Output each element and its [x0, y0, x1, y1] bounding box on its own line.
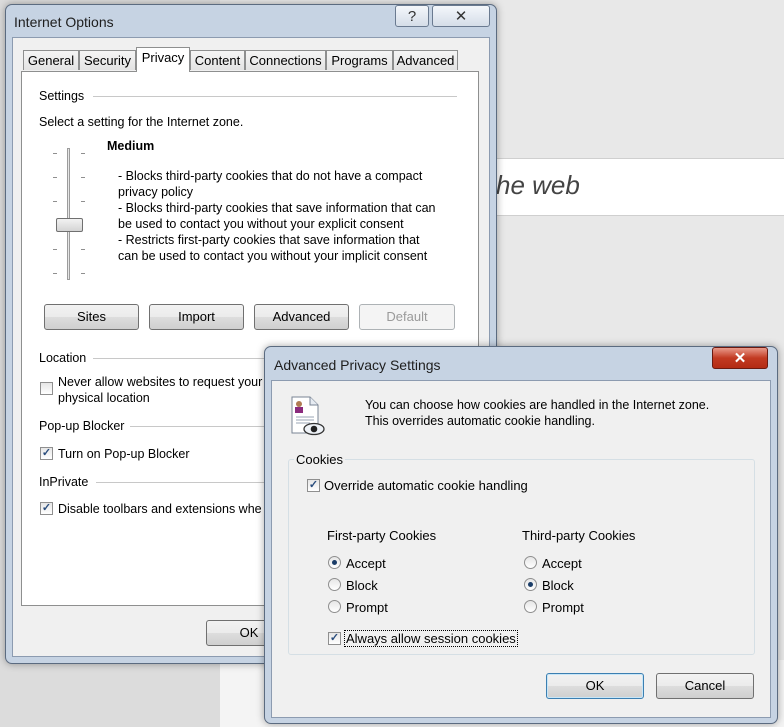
first-party-accept-label: Accept — [346, 556, 386, 571]
inprivate-group-label: InPrivate — [39, 475, 89, 489]
tab-privacy[interactable]: Privacy — [136, 47, 190, 72]
session-cookies-checkbox[interactable]: ✓ — [328, 632, 341, 645]
popup-checkbox-label: Turn on Pop-up Blocker — [58, 447, 190, 461]
slider-tick — [81, 201, 85, 202]
slider-tick — [81, 153, 85, 154]
tab-connections[interactable]: Connections — [245, 50, 326, 70]
sites-button[interactable]: Sites — [44, 304, 139, 330]
settings-group-label: Settings — [39, 89, 85, 103]
tab-general[interactable]: General — [23, 50, 79, 70]
slider-tick — [81, 177, 85, 178]
question-icon: ? — [407, 7, 417, 25]
first-party-block-radio[interactable] — [328, 578, 341, 591]
third-party-accept-radio[interactable] — [524, 556, 537, 569]
third-party-block-radio[interactable] — [524, 578, 537, 591]
level-description-line: - Blocks third-party cookies that do not… — [118, 169, 423, 183]
level-description-line: privacy policy — [118, 185, 194, 199]
third-party-block-label: Block — [542, 578, 574, 593]
advanced-description-line2: This overrides automatic cookie handling… — [365, 414, 595, 428]
tab-programs[interactable]: Programs — [326, 50, 393, 70]
slider-tick — [81, 273, 85, 274]
first-party-heading: First-party Cookies — [327, 528, 437, 543]
advanced-privacy-close-button[interactable]: ✕ — [712, 347, 768, 369]
location-checkbox-label: Never allow websites to request your — [58, 375, 263, 389]
third-party-prompt-radio[interactable] — [524, 600, 537, 613]
settings-group-divider — [93, 96, 457, 97]
privacy-slider-track[interactable] — [67, 148, 70, 280]
location-group-label: Location — [39, 351, 87, 365]
third-party-heading: Third-party Cookies — [522, 528, 636, 543]
privacy-level-name: Medium — [107, 139, 155, 153]
level-description-line: be used to contact you without your expl… — [118, 217, 404, 231]
inprivate-checkbox-label: Disable toolbars and extensions whe — [58, 502, 262, 516]
slider-tick — [53, 153, 57, 154]
slider-tick — [53, 249, 57, 250]
override-checkbox[interactable]: ✓ — [307, 479, 320, 492]
tab-security[interactable]: Security — [79, 50, 136, 70]
first-party-accept-radio[interactable] — [328, 556, 341, 569]
help-button[interactable]: ? — [395, 5, 429, 27]
popup-checkbox[interactable]: ✓ — [40, 447, 53, 460]
popup-group-label: Pop-up Blocker — [39, 419, 125, 433]
location-checkbox-label-2: physical location — [58, 391, 150, 405]
slider-tick — [53, 177, 57, 178]
slider-tick — [81, 249, 85, 250]
level-description-line: - Restricts first-party cookies that sav… — [118, 233, 420, 247]
close-button[interactable]: ✕ — [432, 5, 490, 27]
advanced-ok-button[interactable]: OK — [546, 673, 644, 699]
browser-search-text: he web — [496, 170, 580, 200]
location-group-divider — [93, 358, 268, 359]
privacy-slider-thumb[interactable] — [56, 218, 83, 232]
third-party-prompt-label: Prompt — [542, 600, 584, 615]
inprivate-group-divider — [96, 482, 268, 483]
advanced-cancel-button[interactable]: Cancel — [656, 673, 754, 699]
tab-advanced[interactable]: Advanced — [393, 50, 458, 70]
inprivate-checkbox[interactable]: ✓ — [40, 502, 53, 515]
slider-tick — [53, 273, 57, 274]
level-description-line: - Blocks third-party cookies that save i… — [118, 201, 436, 215]
default-button[interactable]: Default — [359, 304, 455, 330]
advanced-privacy-title: Advanced Privacy Settings — [274, 357, 441, 373]
popup-group-divider — [130, 426, 268, 427]
close-icon: ✕ — [733, 350, 747, 367]
cookies-group-label: Cookies — [294, 452, 345, 467]
override-checkbox-label: Override automatic cookie handling — [324, 478, 528, 493]
advanced-button[interactable]: Advanced — [254, 304, 349, 330]
privacy-document-icon — [288, 395, 328, 437]
first-party-prompt-radio[interactable] — [328, 600, 341, 613]
session-cookies-label: Always allow session cookies — [344, 630, 518, 647]
close-icon: ✕ — [454, 8, 468, 25]
tab-content[interactable]: Content — [190, 50, 245, 70]
location-checkbox[interactable] — [40, 382, 53, 395]
level-description-line: can be used to contact you without your … — [118, 249, 428, 263]
third-party-accept-label: Accept — [542, 556, 582, 571]
first-party-prompt-label: Prompt — [346, 600, 388, 615]
first-party-block-label: Block — [346, 578, 378, 593]
internet-options-title: Internet Options — [14, 14, 114, 30]
advanced-description-line1: You can choose how cookies are handled i… — [365, 398, 710, 412]
slider-tick — [53, 201, 57, 202]
import-button[interactable]: Import — [149, 304, 244, 330]
zone-prompt: Select a setting for the Internet zone. — [39, 115, 244, 129]
